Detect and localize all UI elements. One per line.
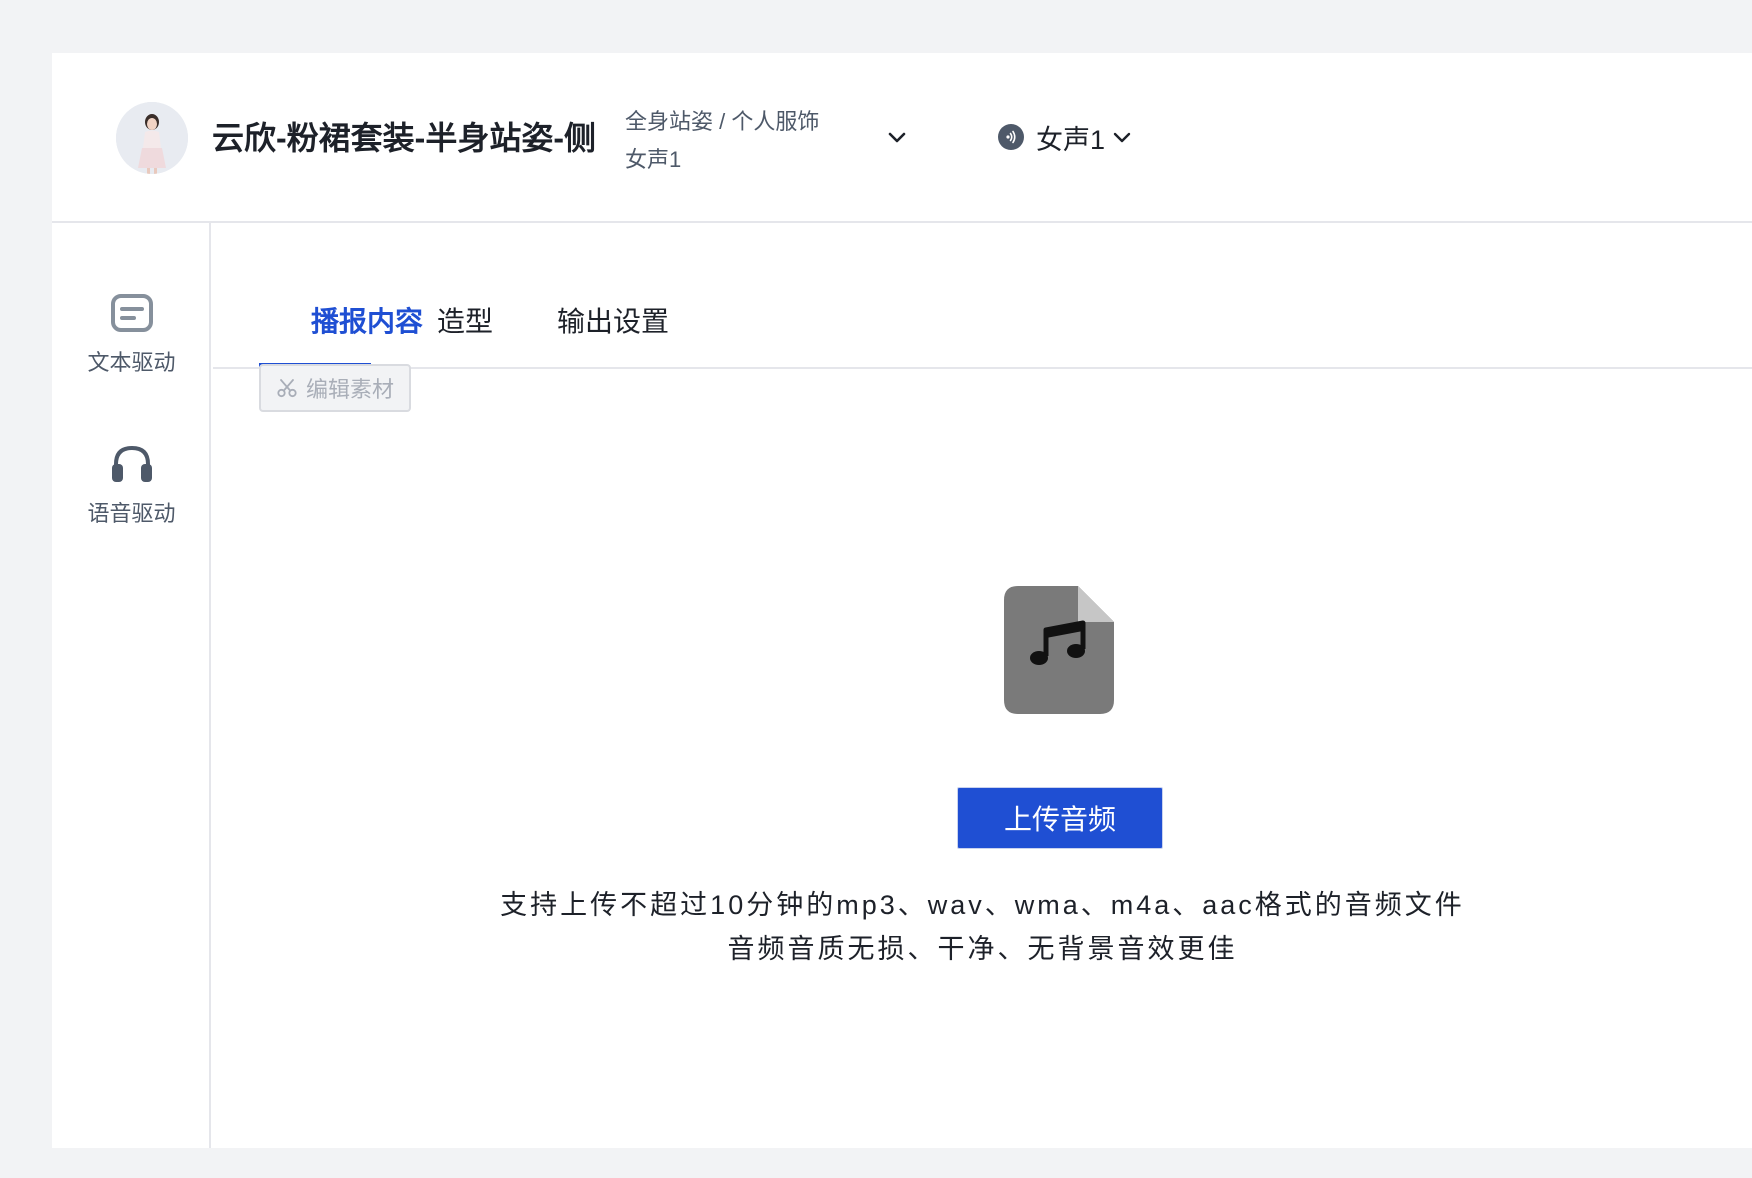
upload-audio-button[interactable]: 上传音频: [957, 787, 1163, 849]
music-file-icon: [1004, 586, 1114, 714]
sidebar-item-text-drive[interactable]: 文本驱动: [52, 293, 211, 377]
upload-hint-quality: 音频音质无损、干净、无背景音效更佳: [727, 934, 1238, 964]
voice-selector[interactable]: 女声1: [998, 117, 1133, 157]
voice-name-label: 女声1: [625, 147, 682, 172]
tab-output-settings[interactable]: 输出设置: [557, 303, 669, 341]
digital-human-header: 云欣-粉裙套装-半身站姿-侧 全身站姿 / 个人服饰 女声1 女声1: [52, 53, 1752, 223]
pose-type-label: 全身站姿 / 个人服饰: [625, 109, 820, 134]
sidebar-item-label: 语音驱动: [87, 501, 176, 526]
tab-broadcast-content[interactable]: 播报内容: [311, 303, 423, 341]
page-title: 云欣-粉裙套装-半身站姿-侧: [212, 120, 596, 156]
edit-material-label: 编辑素材: [305, 377, 394, 402]
drive-mode-sidebar: 文本驱动 语音驱动: [52, 223, 211, 1148]
avatar: [116, 102, 188, 174]
sidebar-item-voice-drive[interactable]: 语音驱动: [52, 442, 211, 528]
content-tabs: 播报内容 造型 输出设置: [213, 223, 1752, 369]
voice-selector-label: 女声1: [1036, 124, 1106, 155]
upload-hint-formats: 支持上传不超过10分钟的mp3、wav、wma、m4a、aac格式的音频文件: [500, 890, 1465, 920]
headphones-icon: [111, 445, 152, 482]
chevron-down-icon: [1113, 132, 1131, 143]
tab-styling[interactable]: 造型: [437, 303, 493, 341]
edit-material-button[interactable]: 编辑素材: [259, 364, 411, 412]
message-square-icon: [110, 294, 153, 332]
chevron-down-icon[interactable]: [885, 125, 909, 149]
sidebar-item-label: 文本驱动: [87, 350, 176, 375]
sound-wave-icon: [998, 124, 1024, 150]
main-panel: 云欣-粉裙套装-半身站姿-侧 全身站姿 / 个人服饰 女声1 女声1 文本驱动 …: [52, 53, 1752, 1148]
avatar-meta: 全身站姿 / 个人服饰 女声1: [625, 103, 819, 179]
scissors-icon: [277, 379, 297, 398]
